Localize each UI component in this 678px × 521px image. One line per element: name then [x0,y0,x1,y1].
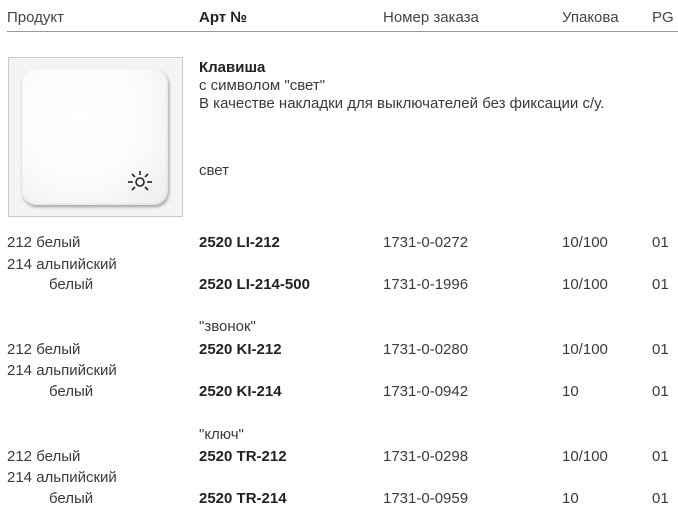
row-pack: 10 [562,490,579,507]
group-label: "ключ" [199,426,244,443]
header-divider [7,31,678,32]
row-art-no: 2520 KI-214 [199,383,282,400]
header-order-no: Номер заказа [383,9,479,26]
row-color: 214 альпийский [7,362,117,379]
row-order-no: 1731-0-0280 [383,341,469,358]
row-pack: 10/100 [562,276,608,293]
row-color: 212 белый [7,448,81,465]
row-pg: 01 [652,490,669,507]
product-subtitle: с символом "свет" [199,77,326,94]
header-pg: PG [652,9,674,26]
row-pg: 01 [652,448,669,465]
rocker-key [22,69,168,205]
row-art-no: 2520 LI-212 [199,234,280,251]
row-pack: 10/100 [562,448,608,465]
row-pg: 01 [652,383,669,400]
product-description: В качестве накладки для выключателей без… [199,95,605,112]
row-art-no: 2520 TR-214 [199,490,287,507]
row-color-cont: белый [49,490,94,507]
light-symbol-icon [128,171,152,191]
row-color: 212 белый [7,341,81,358]
product-title: Клавиша [199,59,266,76]
row-color: 212 белый [7,234,81,251]
row-pg: 01 [652,234,669,251]
row-pg: 01 [652,276,669,293]
row-pack: 10/100 [562,234,608,251]
header-pack: Упакова [562,9,619,26]
row-order-no: 1731-0-0942 [383,383,469,400]
row-art-no: 2520 LI-214-500 [199,276,310,293]
row-art-no: 2520 TR-212 [199,448,287,465]
group-label: "звонок" [199,318,256,335]
row-color: 214 альпийский [7,469,117,486]
row-order-no: 1731-0-0298 [383,448,469,465]
row-color-cont: белый [49,383,94,400]
header-product: Продукт [7,9,64,26]
symbol-label: свет [199,162,230,179]
row-order-no: 1731-0-0959 [383,490,469,507]
row-pack: 10/100 [562,341,608,358]
row-art-no: 2520 KI-212 [199,341,282,358]
row-color: 214 альпийский [7,256,117,273]
row-pg: 01 [652,341,669,358]
header-art-no: Арт № [199,9,248,26]
row-color-cont: белый [49,276,94,293]
row-pack: 10 [562,383,579,400]
row-order-no: 1731-0-1996 [383,276,469,293]
product-image [8,57,183,217]
row-order-no: 1731-0-0272 [383,234,469,251]
